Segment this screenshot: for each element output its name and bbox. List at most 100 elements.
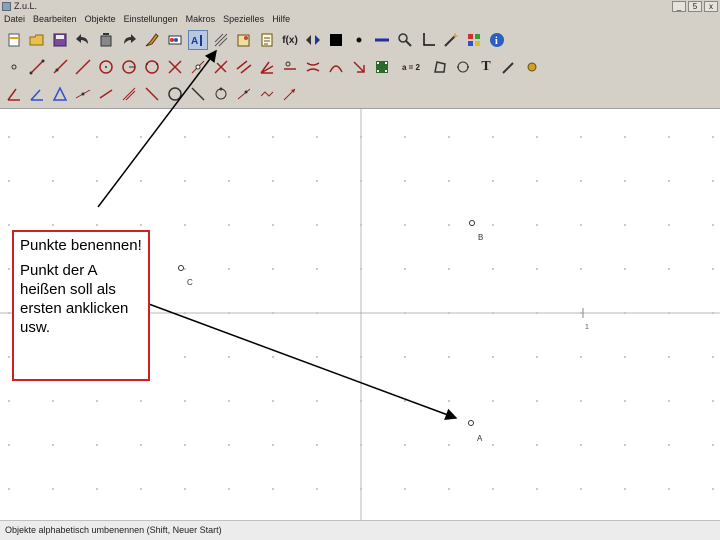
grid-dot bbox=[448, 268, 450, 270]
menu-objekte[interactable]: Objekte bbox=[85, 13, 116, 26]
double-line-icon[interactable] bbox=[119, 84, 139, 104]
polygon-icon[interactable] bbox=[430, 57, 450, 77]
point-on-object-icon[interactable] bbox=[234, 84, 254, 104]
grid-dot bbox=[448, 180, 450, 182]
point-b[interactable]: B bbox=[469, 220, 484, 243]
diagonal-icon[interactable] bbox=[188, 84, 208, 104]
line-through-points-icon[interactable] bbox=[73, 84, 93, 104]
grid-dot bbox=[448, 136, 450, 138]
close-button[interactable]: x bbox=[704, 1, 718, 12]
parallel-icon[interactable] bbox=[234, 57, 254, 77]
grid-dot bbox=[492, 356, 494, 358]
info-icon[interactable]: i bbox=[487, 30, 507, 50]
grid-dot bbox=[8, 268, 10, 270]
notes-icon[interactable] bbox=[257, 30, 277, 50]
reflection-icon[interactable] bbox=[303, 57, 323, 77]
grid-dot bbox=[668, 268, 670, 270]
circle-icon[interactable] bbox=[96, 57, 116, 77]
intersection-icon[interactable] bbox=[165, 57, 185, 77]
edit-tool-icon[interactable] bbox=[142, 30, 162, 50]
menu-spezielles[interactable]: Spezielles bbox=[223, 13, 264, 26]
arc-icon[interactable] bbox=[326, 57, 346, 77]
axes-icon[interactable] bbox=[418, 30, 438, 50]
color-grid-icon[interactable] bbox=[464, 30, 484, 50]
fixed-angle-icon[interactable] bbox=[27, 84, 47, 104]
grid-dot bbox=[624, 400, 626, 402]
grid-dot bbox=[52, 488, 54, 490]
menu-bearbeiten[interactable]: Bearbeiten bbox=[33, 13, 77, 26]
text-tool-icon[interactable]: T bbox=[476, 57, 496, 77]
minimize-button[interactable]: _ bbox=[672, 1, 686, 12]
zoom-icon[interactable] bbox=[395, 30, 415, 50]
line-icon[interactable] bbox=[73, 57, 93, 77]
save-disk-icon[interactable] bbox=[50, 30, 70, 50]
point-icon[interactable] bbox=[4, 57, 24, 77]
grid-dot bbox=[492, 488, 494, 490]
redo-icon[interactable] bbox=[119, 30, 139, 50]
equation-icon[interactable]: a = 2 bbox=[395, 57, 427, 77]
dot-icon[interactable] bbox=[349, 30, 369, 50]
segment-icon[interactable] bbox=[27, 57, 47, 77]
undo-icon[interactable] bbox=[73, 30, 93, 50]
new-file-icon[interactable] bbox=[4, 30, 24, 50]
grid-dot bbox=[712, 268, 714, 270]
export-image-icon[interactable] bbox=[234, 30, 254, 50]
line-thickness-icon[interactable] bbox=[372, 30, 392, 50]
maximize-button[interactable]: 5 bbox=[688, 1, 702, 12]
grid-dot bbox=[404, 356, 406, 358]
grid-dot bbox=[580, 488, 582, 490]
midpoint-icon[interactable] bbox=[188, 57, 208, 77]
grid-dot bbox=[492, 268, 494, 270]
film-icon[interactable] bbox=[372, 57, 392, 77]
segment-fixed-icon[interactable] bbox=[96, 84, 116, 104]
point-a[interactable]: A bbox=[468, 420, 484, 444]
color-palette-icon[interactable] bbox=[165, 30, 185, 50]
circle-points-icon[interactable] bbox=[453, 57, 473, 77]
menu-makros[interactable]: Makros bbox=[186, 13, 216, 26]
grid-dot bbox=[492, 444, 494, 446]
magic-wand-icon[interactable] bbox=[441, 30, 461, 50]
grid-lines-icon[interactable] bbox=[211, 30, 231, 50]
callout-line-2: Punkt der A heißen soll als ersten ankli… bbox=[20, 262, 129, 336]
open-folder-icon[interactable] bbox=[27, 30, 47, 50]
angle-icon[interactable] bbox=[4, 84, 24, 104]
perpendicular-icon[interactable] bbox=[211, 57, 231, 77]
vector-icon[interactable] bbox=[280, 84, 300, 104]
grid-dot bbox=[404, 224, 406, 226]
tangent-icon[interactable] bbox=[142, 84, 162, 104]
ray-icon[interactable] bbox=[50, 57, 70, 77]
circle-radius-icon[interactable] bbox=[119, 57, 139, 77]
function-label: f(x) bbox=[282, 34, 298, 46]
grid-dot bbox=[8, 488, 10, 490]
menu-hilfe[interactable]: Hilfe bbox=[272, 13, 290, 26]
gear-icon[interactable] bbox=[522, 57, 542, 77]
move-point-icon[interactable] bbox=[280, 57, 300, 77]
grid-dot bbox=[580, 224, 582, 226]
angle-bisector-icon[interactable] bbox=[257, 57, 277, 77]
grid-dot bbox=[228, 136, 230, 138]
function-icon[interactable]: f(x) bbox=[280, 30, 300, 50]
grid-dot bbox=[316, 268, 318, 270]
circle-3points-icon[interactable] bbox=[142, 57, 162, 77]
grid-dot bbox=[8, 136, 10, 138]
grid-dot bbox=[492, 224, 494, 226]
grid-dot bbox=[96, 488, 98, 490]
status-bar: Objekte alphabetisch umbenennen (Shift, … bbox=[0, 520, 720, 540]
arrows-icon[interactable] bbox=[303, 30, 323, 50]
grid-dot bbox=[624, 268, 626, 270]
black-square-icon[interactable] bbox=[326, 30, 346, 50]
chain-icon[interactable] bbox=[257, 84, 277, 104]
grid-dot bbox=[316, 136, 318, 138]
window-controls: _ 5 x bbox=[672, 1, 718, 12]
pencil-icon[interactable] bbox=[499, 57, 519, 77]
grid-dot bbox=[272, 444, 274, 446]
rotation-icon[interactable] bbox=[349, 57, 369, 77]
grid-dot bbox=[624, 488, 626, 490]
rename-points-icon[interactable]: A bbox=[188, 30, 208, 50]
delete-object-icon[interactable] bbox=[96, 30, 116, 50]
triangle-icon[interactable] bbox=[50, 84, 70, 104]
locus-icon[interactable] bbox=[211, 84, 231, 104]
menu-datei[interactable]: Datei bbox=[4, 13, 25, 26]
menu-einstellungen[interactable]: Einstellungen bbox=[124, 13, 178, 26]
circle-fixed-icon[interactable] bbox=[165, 84, 185, 104]
